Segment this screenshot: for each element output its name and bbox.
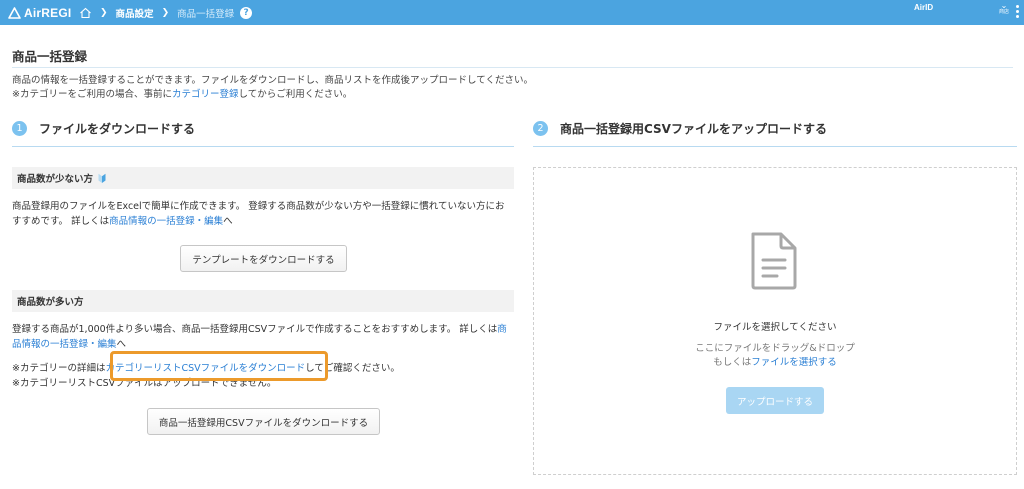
chevron-right-icon: ❯ xyxy=(100,7,108,18)
step2-number: 2 xyxy=(533,121,548,136)
section-few-heading: 商品数が少ない方 xyxy=(17,174,94,185)
page-intro: 商品の情報を一括登録することができます。ファイルをダウンロードし、商品リストを作… xyxy=(12,74,533,102)
dropzone-hint: ここにファイルをドラッグ&ドロップ もしくはファイルを選択する xyxy=(533,342,1017,370)
step1-number: 1 xyxy=(12,121,27,136)
many-desc-line-2: 品情報の一括登録・編集へ xyxy=(12,337,517,352)
product-bulk-edit-link[interactable]: 商品情報の一括登録・編集 xyxy=(109,216,223,227)
intro-line-2: ※カテゴリーをご利用の場合、事前にカテゴリー登録してからご利用ください。 xyxy=(12,88,533,102)
few-desc-line-1: 商品登録用のファイルをExcelで簡単に作成できます。 登録する商品数が少ない方… xyxy=(12,201,505,212)
title-divider xyxy=(12,67,1013,68)
many-desc-line-1: 登録する商品が1,000件より多い場合、商品一括登録用CSVファイルで作成するこ… xyxy=(12,322,517,337)
help-icon[interactable]: ? xyxy=(240,6,253,19)
step1-label: ファイルをダウンロードする xyxy=(39,122,196,136)
page-title: 商品一括登録 xyxy=(12,49,88,64)
category-register-link[interactable]: カテゴリー登録 xyxy=(172,89,239,100)
document-icon xyxy=(747,230,801,295)
airregi-logo[interactable]: AirREGI xyxy=(8,5,71,20)
dropzone-hint-line-1: ここにファイルをドラッグ&ドロップ xyxy=(695,343,855,354)
product-bulk-edit-link-2b[interactable]: 品情報の一括登録・編集 xyxy=(12,339,117,350)
account-label: 商店 xyxy=(998,9,1009,15)
few-desc-text: すすめです。 詳しくは xyxy=(12,216,110,227)
many-desc-text: へ xyxy=(116,339,127,350)
step1-divider xyxy=(12,146,514,147)
breadcrumb-item-product-settings[interactable]: 商品設定 xyxy=(116,6,154,20)
upload-button[interactable]: アップロードする xyxy=(726,387,824,414)
step2-label: 商品一括登録用CSVファイルをアップロードする xyxy=(560,122,827,136)
step2-heading: 2 商品一括登録用CSVファイルをアップロードする xyxy=(533,120,827,137)
many-products-description: 登録する商品が1,000件より多い場合、商品一括登録用CSVファイルで作成するこ… xyxy=(12,322,517,352)
intro-text: してからご利用ください。 xyxy=(238,89,353,100)
top-bar: AirREGI ❯ 商品設定 ❯ 商品一括登録 ? AirID ⌄ 商店 xyxy=(0,0,1024,25)
select-file-link[interactable]: ファイルを選択する xyxy=(751,357,837,368)
few-desc-line-2: すすめです。 詳しくは商品情報の一括登録・編集へ xyxy=(12,214,517,229)
beginner-mark-icon xyxy=(98,173,106,184)
more-menu-icon[interactable] xyxy=(1016,5,1020,20)
few-desc-text: へ xyxy=(223,216,233,227)
dropzone-title: ファイルを選択してください xyxy=(713,322,837,333)
breadcrumb: ❯ 商品設定 ❯ 商品一括登録 ? xyxy=(79,0,253,25)
section-many-products: 商品数が多い方 xyxy=(12,290,514,312)
product-bulk-edit-link-2[interactable]: 商 xyxy=(497,324,507,335)
breadcrumb-item-current: 商品一括登録 xyxy=(177,8,235,20)
account-menu[interactable]: ⌄ 商店 xyxy=(996,2,1012,16)
dropzone-hint-line-2: もしくはファイルを選択する xyxy=(533,356,1017,370)
step2-divider xyxy=(533,146,1017,147)
highlight-box xyxy=(110,351,328,381)
section-few-products: 商品数が少ない方 xyxy=(12,167,514,189)
hint-text: もしくは xyxy=(713,357,752,368)
many-desc-text: 登録する商品が1,000件より多い場合、商品一括登録用CSVファイルで作成するこ… xyxy=(12,324,498,335)
intro-text: ※カテゴリーをご利用の場合、事前に xyxy=(12,89,172,100)
note-text: ※カテゴリーの詳細は xyxy=(12,363,106,374)
download-template-button[interactable]: テンプレートをダウンロードする xyxy=(180,245,347,272)
step1-heading: 1 ファイルをダウンロードする xyxy=(12,120,195,137)
logo-text: AirREGI xyxy=(24,5,72,20)
intro-line-1: 商品の情報を一括登録することができます。ファイルをダウンロードし、商品リストを作… xyxy=(12,75,533,86)
section-many-heading: 商品数が多い方 xyxy=(17,297,84,308)
download-product-csv-button[interactable]: 商品一括登録用CSVファイルをダウンロードする xyxy=(147,408,380,435)
chevron-right-icon: ❯ xyxy=(161,7,170,18)
few-products-description: 商品登録用のファイルをExcelで簡単に作成できます。 登録する商品数が少ない方… xyxy=(12,199,517,229)
logo-triangle-icon xyxy=(8,6,21,19)
home-icon[interactable] xyxy=(79,7,92,19)
airid-label[interactable]: AirID xyxy=(914,3,933,12)
